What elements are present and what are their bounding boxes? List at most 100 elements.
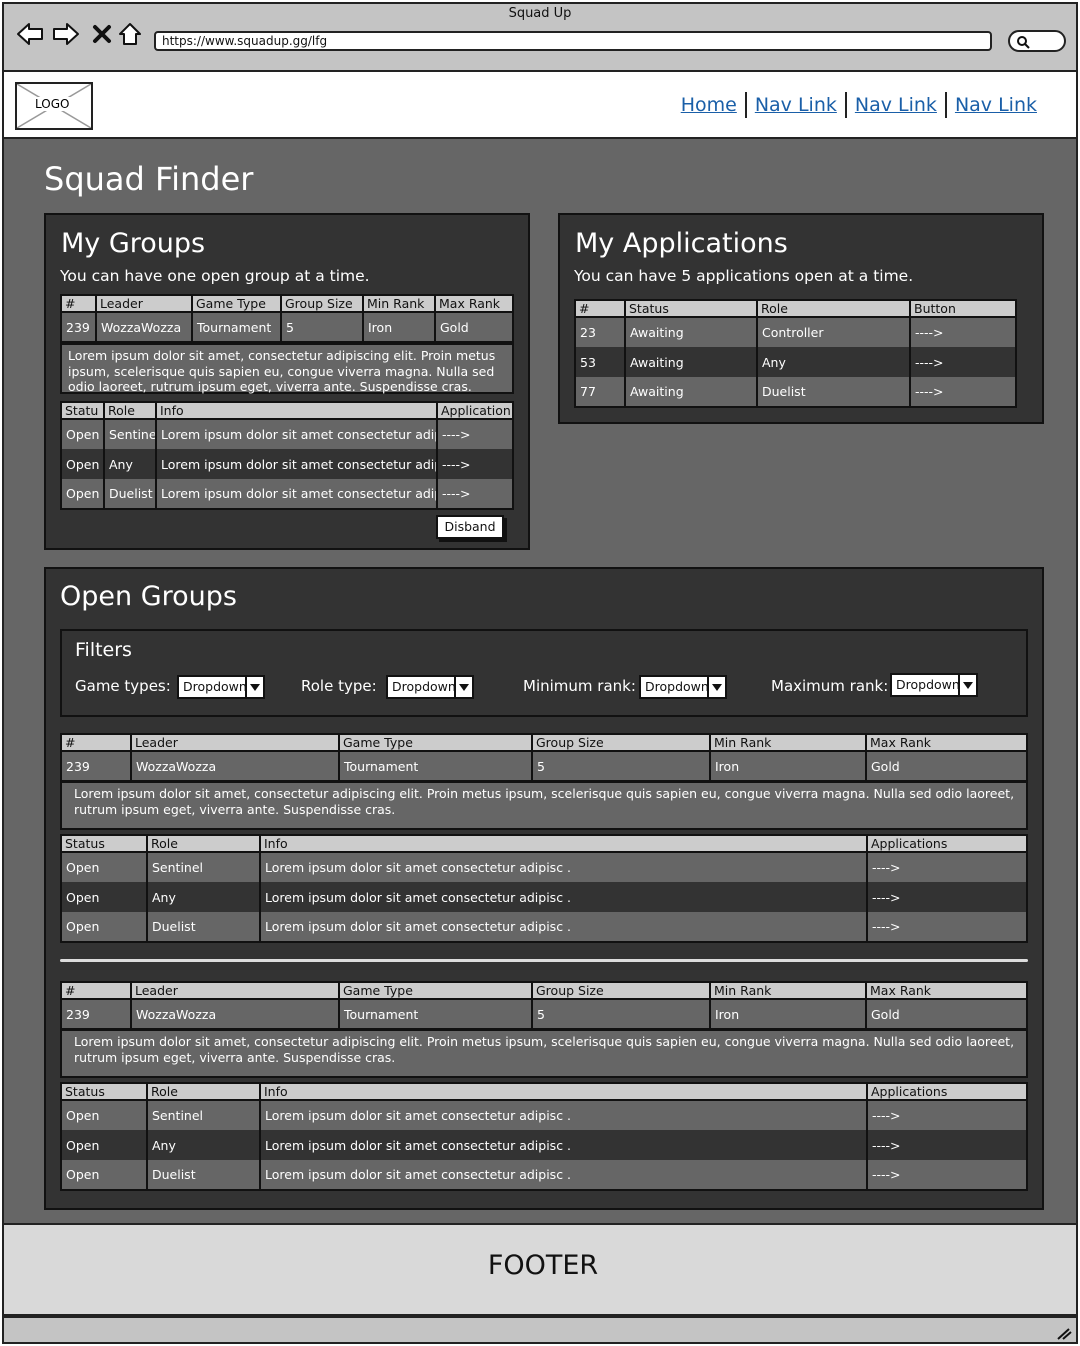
table-row: 239 WozzaWozza Tournament 5 Iron Gold bbox=[60, 999, 1028, 1029]
nav-link-2[interactable]: Nav Link bbox=[847, 94, 945, 116]
table-row: 239 WozzaWozza Tournament 5 Iron Gold bbox=[60, 751, 1028, 781]
my-applications-subtitle: You can have 5 applications open at a ti… bbox=[574, 267, 914, 285]
game-types-dropdown[interactable]: Dropdown bbox=[177, 675, 265, 699]
table-row: Open Sentine Lorem ipsum dolor sit amet … bbox=[60, 419, 514, 449]
column-header: # bbox=[60, 981, 132, 1000]
open-group-table: # Leader Game Type Group Size Min Rank M… bbox=[60, 733, 1028, 782]
url-bar[interactable]: https://www.squadup.gg/lfg bbox=[154, 31, 992, 51]
apply-link[interactable]: ----> bbox=[866, 1100, 1028, 1130]
nav-link-3[interactable]: Nav Link bbox=[947, 94, 1045, 116]
nav-link-1[interactable]: Nav Link bbox=[747, 94, 845, 116]
search-icon bbox=[1017, 36, 1030, 49]
table-header-row: # Status Role Button bbox=[574, 299, 1017, 318]
column-header: Leader bbox=[130, 981, 340, 1000]
table-cell: 5 bbox=[280, 312, 364, 342]
column-header: Status bbox=[624, 299, 758, 318]
table-cell: WozzaWozza bbox=[130, 999, 340, 1029]
table-cell: Open bbox=[60, 479, 105, 509]
forward-arrow-icon[interactable] bbox=[52, 20, 80, 48]
my-applications-table: # Status Role Button 23 Awaiting Control… bbox=[574, 299, 1017, 408]
column-header: Status bbox=[60, 834, 148, 853]
open-group-slots-table: Status Role Info Applications Open Senti… bbox=[60, 1082, 1028, 1191]
table-row: Open Sentinel Lorem ipsum dolor sit amet… bbox=[60, 1100, 1028, 1130]
home-icon[interactable] bbox=[116, 20, 144, 48]
column-header: Role bbox=[146, 1082, 261, 1101]
column-header: Group Size bbox=[280, 294, 364, 313]
table-cell: 5 bbox=[531, 751, 711, 781]
window-title: Squad Up bbox=[508, 6, 572, 21]
application-link[interactable]: ----> bbox=[436, 419, 514, 449]
application-link[interactable]: ----> bbox=[436, 479, 514, 509]
application-button[interactable]: ----> bbox=[909, 317, 1017, 347]
filters-panel bbox=[60, 629, 1028, 717]
column-header: Max Rank bbox=[865, 733, 1028, 752]
table-cell: Open bbox=[60, 1130, 148, 1160]
apply-link[interactable]: ----> bbox=[866, 912, 1028, 942]
column-header: Min Rank bbox=[709, 981, 867, 1000]
role-type-dropdown[interactable]: Dropdown bbox=[386, 675, 474, 699]
table-cell: Lorem ipsum dolor sit amet consectetur a… bbox=[155, 479, 438, 509]
dropdown-value: Dropdown bbox=[645, 679, 709, 694]
table-cell: Iron bbox=[362, 312, 436, 342]
table-cell: WozzaWozza bbox=[95, 312, 193, 342]
table-cell: Awaiting bbox=[624, 317, 758, 347]
dropdown-value: Dropdown bbox=[896, 677, 960, 692]
disband-button[interactable]: Disband bbox=[436, 515, 504, 539]
close-icon[interactable] bbox=[88, 20, 116, 48]
logo[interactable]: LOGO bbox=[15, 82, 93, 130]
column-header: Group Size bbox=[531, 733, 711, 752]
column-header: # bbox=[60, 733, 132, 752]
chevron-down-icon bbox=[245, 677, 263, 697]
table-row: Open Duelist Lorem ipsum dolor sit amet … bbox=[60, 479, 514, 509]
apply-link[interactable]: ----> bbox=[866, 1130, 1028, 1160]
back-arrow-icon[interactable] bbox=[16, 20, 44, 48]
table-cell: Duelist bbox=[146, 1160, 261, 1190]
column-header: Statu bbox=[60, 401, 105, 420]
column-header: Max Rank bbox=[865, 981, 1028, 1000]
application-button[interactable]: ----> bbox=[909, 347, 1017, 377]
table-cell: Iron bbox=[709, 751, 867, 781]
application-link[interactable]: ----> bbox=[436, 449, 514, 479]
application-button[interactable]: ----> bbox=[909, 377, 1017, 407]
table-row: 23 Awaiting Controller ----> bbox=[574, 317, 1017, 347]
column-header: Role bbox=[146, 834, 261, 853]
table-header-row: Statu Role Info Application bbox=[60, 401, 514, 420]
table-cell: Open bbox=[60, 1160, 148, 1190]
browser-search-field[interactable] bbox=[1008, 30, 1066, 52]
open-groups-title: Open Groups bbox=[60, 581, 237, 612]
column-header: Role bbox=[756, 299, 911, 318]
table-cell: Tournament bbox=[338, 999, 533, 1029]
apply-link[interactable]: ----> bbox=[866, 852, 1028, 882]
filter-label-maximum-rank: Maximum rank: bbox=[771, 677, 889, 695]
table-cell: Any bbox=[756, 347, 911, 377]
column-header: Status bbox=[60, 1082, 148, 1101]
table-cell: Lorem ipsum dolor sit amet consectetur a… bbox=[155, 449, 438, 479]
table-cell: 23 bbox=[574, 317, 626, 347]
maximum-rank-dropdown[interactable]: Dropdown bbox=[890, 673, 978, 697]
table-cell: Lorem ipsum dolor sit amet consectetur a… bbox=[259, 912, 868, 942]
table-cell: Gold bbox=[865, 999, 1028, 1029]
chevron-down-icon bbox=[454, 677, 472, 697]
chevron-down-icon bbox=[958, 675, 976, 695]
table-cell: Tournament bbox=[191, 312, 282, 342]
apply-link[interactable]: ----> bbox=[866, 1160, 1028, 1190]
apply-link[interactable]: ----> bbox=[866, 882, 1028, 912]
column-header: Info bbox=[155, 401, 438, 420]
table-cell: WozzaWozza bbox=[130, 751, 340, 781]
minimum-rank-dropdown[interactable]: Dropdown bbox=[639, 675, 727, 699]
table-cell: Open bbox=[60, 912, 148, 942]
open-group-slots-table: Status Role Info Applications Open Senti… bbox=[60, 834, 1028, 943]
column-header: Applications bbox=[866, 1082, 1028, 1101]
nav-home-link[interactable]: Home bbox=[673, 94, 745, 116]
column-header: Applications bbox=[866, 834, 1028, 853]
filter-label-minimum-rank: Minimum rank: bbox=[523, 677, 636, 695]
table-cell: 239 bbox=[60, 999, 132, 1029]
table-cell: Duelist bbox=[103, 479, 157, 509]
table-cell: Awaiting bbox=[624, 347, 758, 377]
column-header: Leader bbox=[95, 294, 193, 313]
table-cell: Lorem ipsum dolor sit amet consectetur a… bbox=[155, 419, 438, 449]
my-group-description: Lorem ipsum dolor sit amet, consectetur … bbox=[60, 343, 514, 394]
my-applications-title: My Applications bbox=[575, 228, 788, 259]
open-group-table: # Leader Game Type Group Size Min Rank M… bbox=[60, 981, 1028, 1030]
table-row: 77 Awaiting Duelist ----> bbox=[574, 377, 1017, 407]
